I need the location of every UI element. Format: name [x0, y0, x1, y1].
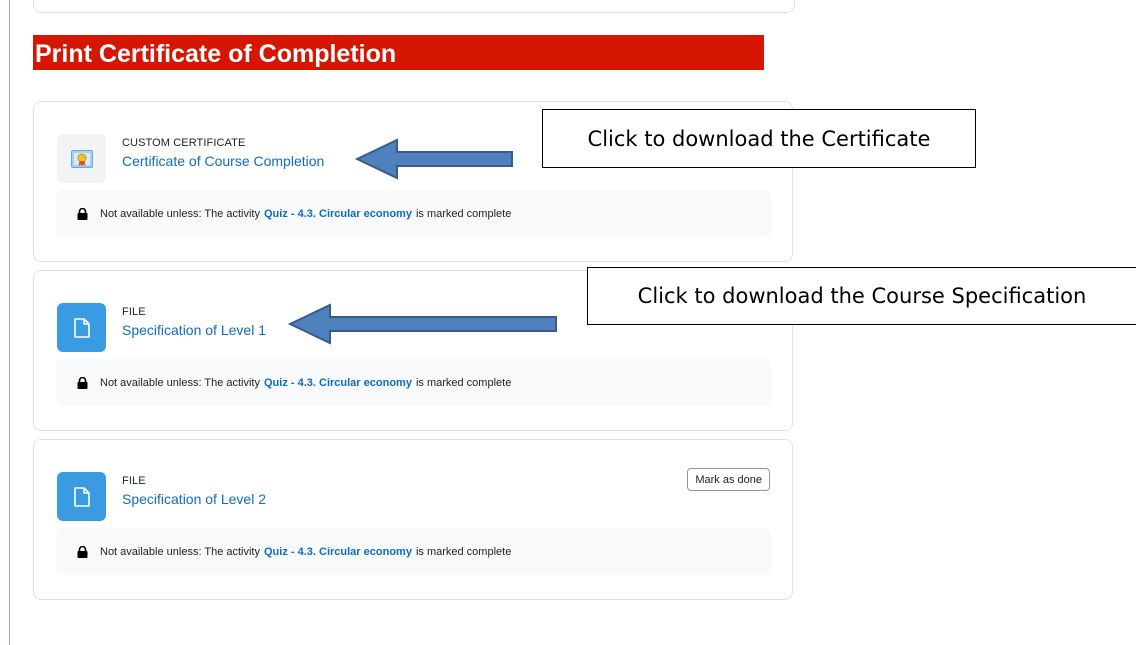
restriction-suffix: is marked complete: [415, 207, 512, 220]
activity-link-spec-level-2[interactable]: Specification of Level 2: [122, 491, 266, 507]
left-arrow-icon: [288, 303, 557, 345]
certificate-icon[interactable]: [57, 134, 106, 183]
left-border: [9, 0, 10, 645]
left-arrow-icon: [355, 138, 513, 180]
lock-icon: [77, 376, 88, 389]
lock-icon: [77, 545, 88, 558]
restriction-quiz-link[interactable]: Quiz - 4.3. Circular economy: [264, 208, 412, 220]
callout-certificate: Click to download the Certificate: [542, 109, 976, 168]
activity-link-spec-level-1[interactable]: Specification of Level 1: [122, 322, 266, 338]
lock-icon: [77, 207, 88, 220]
restriction-notice: Not available unless: The activity Quiz …: [56, 359, 771, 406]
restriction-suffix: is marked complete: [415, 545, 512, 558]
activity-type-label: CUSTOM CERTIFICATE: [122, 137, 246, 149]
restriction-prefix: Not available unless: The activity: [100, 376, 260, 389]
previous-activity-card: [33, 0, 795, 13]
mark-as-done-button[interactable]: Mark as done: [687, 468, 770, 491]
activity-card-spec-level-2: FILE Specification of Level 2 Mark as do…: [33, 439, 793, 600]
restriction-notice: Not available unless: The activity Quiz …: [56, 528, 771, 575]
restriction-prefix: Not available unless: The activity: [100, 545, 260, 558]
restriction-quiz-link[interactable]: Quiz - 4.3. Circular economy: [264, 546, 412, 558]
activity-type-label: FILE: [122, 306, 146, 318]
restriction-notice: Not available unless: The activity Quiz …: [56, 190, 771, 237]
restriction-suffix: is marked complete: [415, 376, 512, 389]
activity-link-certificate[interactable]: Certificate of Course Completion: [122, 153, 324, 169]
section-title: Print Certificate of Completion: [33, 35, 764, 70]
file-icon[interactable]: [57, 303, 106, 352]
file-icon[interactable]: [57, 472, 106, 521]
restriction-prefix: Not available unless: The activity: [100, 207, 260, 220]
activity-type-label: FILE: [122, 475, 146, 487]
callout-specification: Click to download the Course Specificati…: [587, 267, 1136, 325]
restriction-quiz-link[interactable]: Quiz - 4.3. Circular economy: [264, 377, 412, 389]
